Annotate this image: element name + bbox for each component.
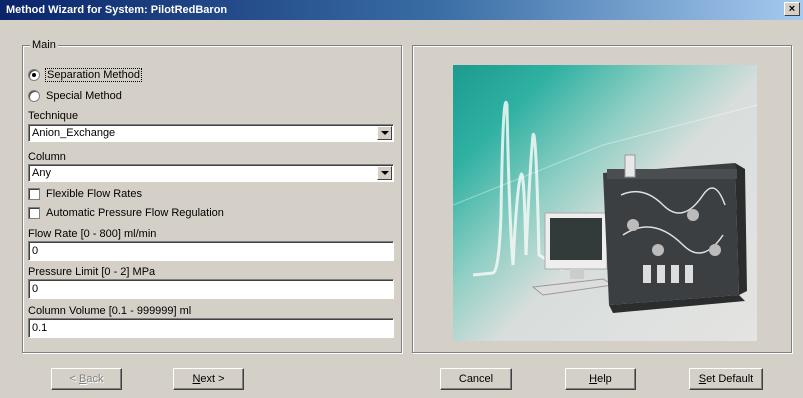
- radio-unchecked-icon[interactable]: [28, 90, 40, 102]
- flexible-flow-rates-checkbox[interactable]: Flexible Flow Rates: [28, 186, 142, 202]
- technique-select[interactable]: Anion_Exchange: [28, 124, 394, 142]
- column-label: Column: [28, 151, 66, 163]
- chevron-down-icon[interactable]: [377, 166, 392, 180]
- special-method-radio[interactable]: Special Method: [28, 88, 122, 104]
- special-method-label: Special Method: [46, 90, 122, 102]
- title-bar: Method Wizard for System: PilotRedBaron …: [0, 0, 803, 20]
- checkbox-icon[interactable]: [28, 207, 40, 219]
- window-title: Method Wizard for System: PilotRedBaron: [6, 4, 228, 16]
- back-rest: ack: [86, 373, 104, 385]
- auto-pressure-regulation-label: Automatic Pressure Flow Regulation: [46, 207, 224, 219]
- column-select[interactable]: Any: [28, 164, 394, 182]
- help-mnemonic: H: [589, 373, 598, 385]
- technique-label: Technique: [28, 110, 79, 122]
- set-default-button[interactable]: Set Default: [689, 368, 763, 390]
- separation-method-radio[interactable]: Separation Method: [28, 67, 142, 83]
- back-prefix: <: [69, 373, 79, 385]
- cancel-button[interactable]: Cancel: [440, 368, 512, 390]
- flexible-flow-rates-label: Flexible Flow Rates: [46, 188, 142, 200]
- auto-pressure-regulation-checkbox[interactable]: Automatic Pressure Flow Regulation: [28, 205, 224, 221]
- chevron-down-icon[interactable]: [377, 126, 392, 140]
- cancel-label: Cancel: [458, 373, 494, 385]
- pressure-limit-label: Pressure Limit [0 - 2] MPa: [28, 266, 156, 278]
- pressure-limit-input[interactable]: 0: [28, 279, 394, 299]
- help-button[interactable]: Help: [565, 368, 636, 390]
- column-volume-label: Column Volume [0.1 - 999999] ml: [28, 305, 192, 317]
- next-rest: ext >: [200, 373, 225, 385]
- close-icon[interactable]: ×: [784, 2, 800, 16]
- next-button[interactable]: Next >: [173, 368, 244, 390]
- column-value: Any: [32, 167, 51, 179]
- back-button[interactable]: < Back: [51, 368, 122, 390]
- checkbox-icon[interactable]: [28, 188, 40, 200]
- radio-checked-icon[interactable]: [28, 69, 40, 81]
- help-rest: elp: [597, 373, 612, 385]
- system-illustration: [453, 101, 757, 313]
- set-default-rest: et Default: [706, 373, 754, 385]
- flow-rate-input[interactable]: 0: [28, 241, 394, 261]
- main-group-legend: Main: [30, 38, 58, 52]
- flow-rate-label: Flow Rate [0 - 800] ml/min: [28, 228, 157, 240]
- technique-value: Anion_Exchange: [32, 127, 116, 139]
- column-volume-input[interactable]: 0.1: [28, 318, 394, 338]
- chromatography-system-image: [453, 65, 757, 341]
- separation-method-label: Separation Method: [45, 68, 142, 82]
